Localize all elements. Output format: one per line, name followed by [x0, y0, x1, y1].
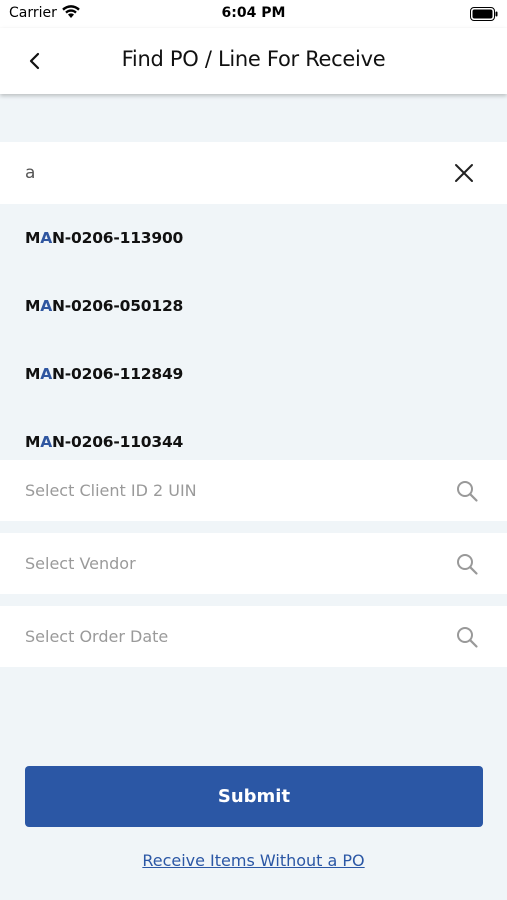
result-text-match: A [40, 433, 53, 451]
client-id-placeholder: Select Client ID 2 UIN [25, 481, 197, 500]
search-input[interactable] [25, 142, 425, 204]
search-results-list: MAN-0206-113900 MAN-0206-050128 MAN-0206… [0, 204, 507, 460]
vendor-placeholder: Select Vendor [25, 554, 136, 573]
search-icon[interactable] [455, 552, 479, 576]
result-text-suffix: N-0206-112849 [52, 365, 184, 383]
receive-without-po-link[interactable]: Receive Items Without a PO [0, 851, 507, 870]
clock: 6:04 PM [221, 5, 286, 21]
list-item[interactable]: MAN-0206-113900 [0, 204, 507, 272]
result-text-prefix: M [25, 365, 41, 383]
search-icon[interactable] [455, 625, 479, 649]
list-item[interactable]: MAN-0206-050128 [0, 272, 507, 340]
navigation-bar: Find PO / Line For Receive [0, 28, 507, 94]
search-bar [0, 142, 507, 204]
result-text-suffix: N-0206-110344 [52, 433, 184, 451]
order-date-placeholder: Select Order Date [25, 627, 169, 646]
result-text-match: A [40, 229, 53, 247]
result-text-match: A [40, 297, 53, 315]
result-text-prefix: M [25, 433, 41, 451]
result-text-suffix: N-0206-113900 [52, 229, 184, 247]
status-bar: Carrier 6:04 PM [0, 0, 507, 28]
vendor-field[interactable]: Select Vendor [0, 533, 507, 594]
list-item[interactable]: MAN-0206-112849 [0, 340, 507, 408]
client-id-field[interactable]: Select Client ID 2 UIN [0, 460, 507, 521]
result-text-suffix: N-0206-050128 [52, 297, 184, 315]
list-item[interactable]: MAN-0206-110344 [0, 408, 507, 460]
submit-button[interactable]: Submit [25, 766, 483, 827]
result-text-prefix: M [25, 297, 41, 315]
result-text-match: A [40, 365, 53, 383]
search-icon[interactable] [455, 479, 479, 503]
close-icon[interactable] [452, 161, 476, 185]
battery-icon [470, 6, 498, 25]
result-text-prefix: M [25, 229, 41, 247]
page-title: Find PO / Line For Receive [121, 47, 386, 71]
order-date-field[interactable]: Select Order Date [0, 606, 507, 667]
